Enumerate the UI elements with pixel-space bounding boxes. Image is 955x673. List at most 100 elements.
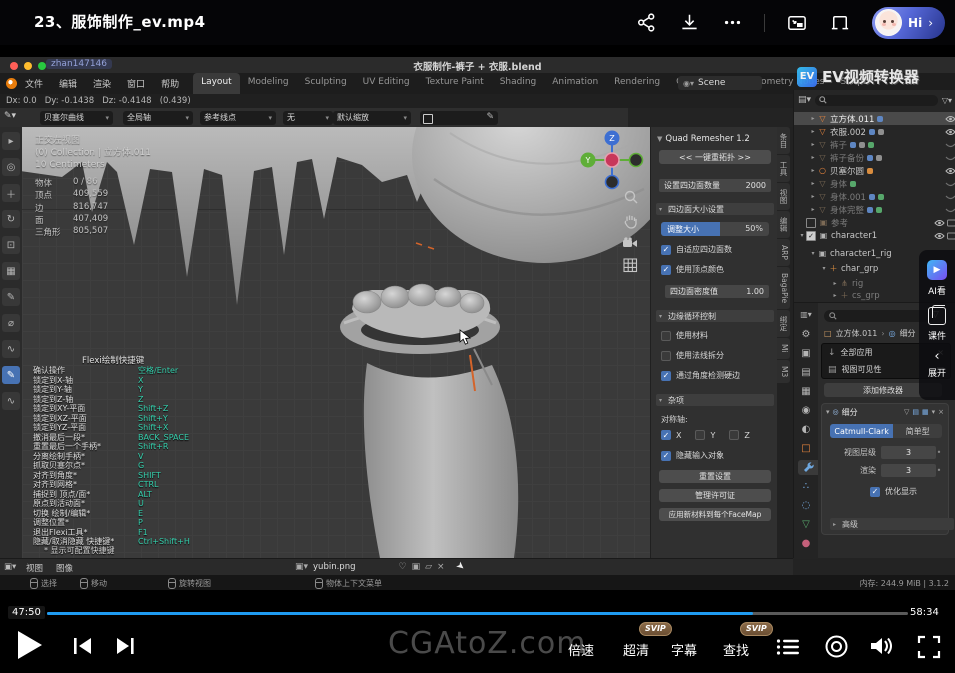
image-editor-type-icon[interactable]: ▣▾	[4, 562, 16, 572]
image-menu[interactable]: 图像	[56, 562, 73, 574]
visibility-eye-icon[interactable]	[943, 167, 955, 175]
size-slider[interactable]: 调整大小 50%	[661, 222, 769, 236]
n-panel-tab-条目[interactable]: 条目	[777, 127, 790, 154]
expand-arrow-icon[interactable]: ▸	[809, 193, 817, 200]
scene-selector[interactable]: ◉▾ Scene	[678, 76, 762, 90]
visibility-eye-icon[interactable]	[943, 154, 955, 162]
facemap-material-button[interactable]: 应用新材料到每个FaceMap	[659, 508, 771, 521]
outliner-item-label[interactable]: 贝塞尔圆	[830, 165, 864, 177]
outliner-item-label[interactable]: 身体完整	[830, 204, 864, 216]
expand-arrow-icon[interactable]: ▸	[809, 154, 817, 161]
visibility-eye-icon[interactable]	[943, 141, 955, 149]
outliner-row[interactable]: ▸▽裤子	[794, 138, 955, 151]
outliner-row[interactable]: ▸○贝塞尔圆	[794, 164, 955, 177]
stroke-name-field[interactable]: ✎	[420, 111, 498, 125]
simple-button[interactable]: 简单型	[893, 424, 942, 438]
edge-section-header[interactable]: 边缘循环控制	[656, 310, 774, 322]
outliner-item-label[interactable]: 衣服.002	[830, 126, 866, 138]
view-menu[interactable]: 视图	[26, 562, 43, 574]
visibility-eye-icon[interactable]	[932, 219, 946, 227]
workspace-tab-modeling[interactable]: Modeling	[240, 73, 297, 94]
quad-remesher-header[interactable]: ▼Quad Remesher 1.2	[657, 134, 750, 144]
n-panel-tab-M3[interactable]: M3	[777, 360, 790, 383]
outliner-item-label[interactable]: 裤子备份	[830, 152, 864, 164]
use-materials-checkbox[interactable]: 使用材料	[661, 330, 708, 341]
n-panel-tab-Mi[interactable]: Mi	[777, 338, 790, 359]
collapse-chevron-icon[interactable]: ‹	[934, 352, 939, 362]
pan-hand-icon[interactable]	[623, 213, 638, 229]
properties-tab-scene[interactable]: ◉	[798, 403, 814, 418]
properties-tab-object-data[interactable]: ▽	[798, 517, 814, 532]
courseware-icon[interactable]	[928, 307, 946, 325]
n-panel-tab-绑定[interactable]: 绑定	[777, 310, 790, 337]
visibility-eye-icon[interactable]	[943, 115, 955, 123]
symmetry-axis-z[interactable]: Z	[729, 430, 749, 440]
quality-button[interactable]: 超清	[623, 640, 649, 659]
expand-arrow-icon[interactable]: ▾	[820, 265, 828, 272]
menu-item[interactable]: 文件	[25, 77, 43, 90]
outliner-item-label[interactable]: 立方体.011	[830, 113, 874, 125]
n-panel-tab-视图[interactable]: 视图	[777, 183, 790, 210]
workspace-tab-animation[interactable]: Animation	[544, 73, 606, 94]
previous-button[interactable]	[72, 637, 94, 655]
expand-arrow-icon[interactable]: ▸	[809, 167, 817, 174]
properties-tab-physics[interactable]: ◌	[798, 498, 814, 513]
breadcrumb-object[interactable]: 立方体.011	[836, 328, 878, 339]
visibility-eye-icon[interactable]	[943, 206, 955, 214]
tool-rotate-icon[interactable]: ↻	[2, 210, 20, 228]
expand-arrow-icon[interactable]: ▾	[798, 232, 806, 239]
expand-arrow-icon[interactable]: ▸	[809, 115, 817, 122]
workspace-tab-layout[interactable]: Layout	[193, 73, 240, 94]
collection-checkbox[interactable]	[806, 218, 816, 228]
ai-watch-icon[interactable]: ▶	[927, 260, 947, 280]
properties-tab-view-layer[interactable]: ▦	[798, 384, 814, 399]
render-visibility-icon[interactable]	[946, 219, 955, 227]
retopo-button[interactable]: << 一键重拓扑 >>	[659, 150, 771, 164]
fullscreen-icon[interactable]	[917, 635, 941, 659]
outliner-row[interactable]: ▸▽身体完整	[794, 203, 955, 216]
levels-value-field[interactable]: 3	[881, 446, 936, 459]
optimal-display-checkbox[interactable]: ✓ 优化显示	[870, 486, 917, 497]
quad-count-field[interactable]: 设置四边面数量 2000	[659, 179, 771, 192]
advanced-section-header[interactable]: 高级	[830, 518, 954, 530]
outliner-item-label[interactable]: 身体	[830, 178, 847, 190]
properties-tab-modifiers[interactable]	[798, 460, 818, 475]
properties-tab-object[interactable]: □	[798, 441, 814, 456]
zoom-icon[interactable]	[623, 189, 639, 205]
menu-item[interactable]: 渲染	[93, 77, 111, 90]
visibility-eye-icon[interactable]	[943, 180, 955, 188]
playback-speed-button[interactable]: 倍速	[568, 640, 594, 659]
outliner-row[interactable]: ▸▽身体.001	[794, 190, 955, 203]
outliner-row[interactable]: ▸▽裤子备份	[794, 151, 955, 164]
properties-tab-tool[interactable]: ⚙	[798, 327, 814, 342]
tool-annotate-icon[interactable]: ✎	[2, 288, 20, 306]
collection-checkbox[interactable]: ✓	[806, 231, 816, 241]
tool-dropdown[interactable]: 全局轴▾	[123, 111, 193, 125]
workspace-tab-rendering[interactable]: Rendering	[606, 73, 668, 94]
courseware-label[interactable]: 课件	[928, 329, 946, 342]
n-panel-tab-ARP[interactable]: ARP	[777, 239, 790, 266]
reset-settings-button[interactable]: 重置设置	[659, 470, 771, 483]
more-icon[interactable]	[721, 12, 743, 34]
hard-edges-checkbox[interactable]: ✓通过角度检测硬边	[661, 370, 740, 381]
play-button[interactable]	[16, 630, 44, 660]
next-button[interactable]	[114, 637, 136, 655]
render-visibility-icon[interactable]	[946, 232, 955, 240]
tool-move-icon[interactable]: ＋	[2, 184, 20, 202]
tool-tweak-icon[interactable]: ◎	[2, 158, 20, 176]
properties-editor-type-icon[interactable]: ▥▾	[798, 307, 814, 322]
grid-toggle-icon[interactable]	[623, 258, 638, 273]
video-frame[interactable]: zhan147146 衣服制作-裤子 + 衣服.blend 文件编辑渲染窗口帮助…	[0, 45, 955, 600]
open-folder-icon[interactable]: ▱	[425, 562, 432, 572]
camera-view-icon[interactable]	[622, 237, 639, 250]
outliner-item-label[interactable]: char_grp	[841, 264, 878, 274]
blender-logo-icon[interactable]	[6, 78, 17, 89]
outliner-editor-icon[interactable]: ▤▾	[798, 95, 811, 105]
properties-tab-output[interactable]: ▤	[798, 365, 814, 380]
volume-icon[interactable]	[869, 635, 895, 657]
outliner-row[interactable]: ▸▽衣服.002	[794, 125, 955, 138]
n-panel-tab-BagaPie[interactable]: BagaPie	[777, 267, 790, 309]
properties-tab-particles[interactable]: ∴	[798, 479, 814, 494]
breadcrumb-modifier[interactable]: 细分	[900, 328, 916, 339]
expand-arrow-icon[interactable]: ▸	[831, 292, 839, 299]
